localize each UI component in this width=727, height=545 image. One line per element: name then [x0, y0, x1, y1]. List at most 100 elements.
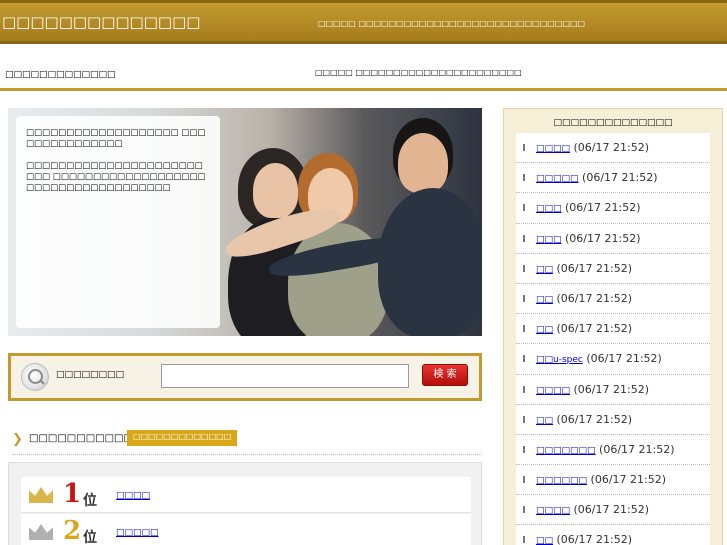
bullet-icon [523, 174, 525, 182]
sidebar-item-link[interactable]: □□ [536, 265, 553, 275]
sidebar-item-date: (06/17 21:52) [556, 412, 632, 426]
bullet-icon [523, 204, 525, 212]
sidebar-item-date: (06/17 21:52) [582, 171, 658, 185]
sidebar-item-link[interactable]: □□ [536, 295, 553, 305]
sidebar-item-link[interactable]: □□□□ [536, 506, 570, 516]
sidebar-item-link[interactable]: □□ [536, 416, 553, 426]
sidebar-item-link[interactable]: □□□□ [536, 144, 570, 154]
sidebar-item-text: □□□□□□□ (06/17 21:52) [536, 443, 675, 456]
sidebar-item-text: □□ (06/17 21:52) [536, 292, 632, 305]
sidebar-item-link[interactable]: □□□□ [536, 386, 570, 396]
sidebar-item-link[interactable]: □□□ [536, 204, 562, 214]
sidebar-item-text: □□ (06/17 21:52) [536, 533, 632, 545]
header-description: □□□□□ □□□□□□□□□□□□□□□□□□□□□□□□□□□□□□ [318, 19, 586, 28]
sidebar-item-date: (06/17 21:52) [573, 503, 649, 517]
sidebar-title: □□□□□□□□□□□□□□ [553, 118, 673, 128]
hero-photo-figure [398, 133, 448, 193]
sidebar-item-link[interactable]: □□□□□ [536, 174, 579, 184]
hero-text-1: □□□□□□□□□□□□□□□□□□□ □□□□□□□□□□□□□□□ [26, 128, 206, 149]
crown-icon [29, 487, 53, 503]
sidebar-item-text: □□u-spec (06/17 21:52) [536, 352, 662, 365]
sidebar-list-item: □□□□□□ (06/17 21:52) [516, 465, 710, 496]
sidebar-list-item: □□□□□ (06/17 21:52) [516, 163, 710, 194]
hero-banner: □□□□□□□□□□□□□□□□□□□ □□□□□□□□□□□□□□□ □□□□… [8, 108, 482, 336]
bullet-icon [523, 476, 525, 484]
sidebar-item-date: (06/17 21:52) [573, 382, 649, 396]
ranking-heading: ❯ □□□□□□□□□□□□□□ □□□□□□□□□□□□□ [12, 429, 482, 455]
sidebar-list-item: □□□□ (06/17 21:52) [516, 495, 710, 526]
bullet-icon [523, 355, 525, 363]
sidebar-list-item: □□□□□□□ (06/17 21:52) [516, 435, 710, 466]
sidebar-item-text: □□ (06/17 21:52) [536, 322, 632, 335]
sidebar-item-link[interactable]: □□ [536, 536, 553, 545]
bullet-icon [523, 415, 525, 423]
sidebar-item-date: (06/17 21:52) [556, 261, 632, 275]
sidebar-item-date: (06/17 21:52) [586, 352, 662, 366]
search-input[interactable] [161, 364, 409, 388]
sidebar-item-text: □□□□□ (06/17 21:52) [536, 171, 658, 184]
bullet-icon [523, 445, 525, 453]
rank-number: 2 [63, 516, 82, 545]
rank-item-link[interactable]: □□□□□ [116, 528, 159, 538]
sidebar-list-item: □□□□ (06/17 21:52) [516, 375, 710, 405]
search-button[interactable]: 検 索 [422, 364, 468, 386]
bullet-icon [523, 325, 525, 333]
rank-number: 1 [63, 479, 82, 509]
sidebar-list-item: □□□ (06/17 21:52) [516, 224, 710, 254]
sidebar: □□□□□□□□□□□□□□ □□□□ (06/17 21:52) □□□□□ (… [503, 108, 723, 545]
sidebar-list: □□□□ (06/17 21:52) □□□□□ (06/17 21:52) □□□… [516, 133, 710, 545]
sidebar-item-link[interactable]: □□□□□□□ [536, 446, 596, 456]
bullet-icon [523, 234, 525, 242]
hero-photo-figure [378, 188, 482, 336]
hero-photo-figure [253, 163, 298, 218]
bullet-icon [523, 264, 525, 272]
ranking-row: 1 位 □□□□ [21, 477, 471, 513]
sub-header: □□□□□□□□□□□□□ □□□□□ □□□□□□□□□□□□□□□□□□□□… [0, 44, 727, 91]
sidebar-item-text: □□□□□□ (06/17 21:52) [536, 473, 666, 486]
crown-icon [29, 524, 53, 540]
sidebar-item-date: (06/17 21:52) [556, 322, 632, 336]
hero-text-box: □□□□□□□□□□□□□□□□□□□ □□□□□□□□□□□□□□□ □□□□… [16, 116, 220, 328]
chevron-right-icon: ❯ [12, 432, 23, 447]
sidebar-item-text: □□ (06/17 21:52) [536, 413, 632, 426]
sidebar-item-text: □□□□ (06/17 21:52) [536, 141, 649, 154]
hero-text-2: □□□□□□□□□□□□□□□□□□□□□□□□□ □□□□□□□□□□□□□□… [26, 161, 206, 193]
sidebar-item-date: (06/17 21:52) [599, 442, 675, 456]
ranking-list: 1 位 □□□□ 2 位 □□□□□ [8, 462, 482, 545]
search-panel: □□□□□□□□ 検 索 [8, 353, 482, 401]
sidebar-item-date: (06/17 21:52) [565, 231, 641, 245]
sidebar-list-item: □□ (06/17 21:52) [516, 405, 710, 435]
sidebar-list-item: □□ (06/17 21:52) [516, 284, 710, 315]
sidebar-item-date: (06/17 21:52) [590, 473, 667, 487]
ranking-badge: □□□□□□□□□□□□□ [127, 430, 238, 446]
sidebar-list-item: □□u-spec (06/17 21:52) [516, 344, 710, 375]
sidebar-item-link[interactable]: □□□□□□ [536, 476, 587, 486]
search-label: □□□□□□□□ [56, 370, 125, 380]
rank-unit: 位 [83, 493, 97, 509]
bullet-icon [523, 144, 525, 151]
sidebar-item-text: □□□□ (06/17 21:52) [536, 503, 649, 516]
sidebar-list-item: □□ (06/17 21:52) [516, 254, 710, 284]
sidebar-list-item: □□□□ (06/17 21:52) [516, 133, 710, 164]
sidebar-item-text: □□ (06/17 21:52) [536, 262, 632, 275]
page: □□□□□□□□□□□□□□ □□□□□ □□□□□□□□□□□□□□□□□□□… [0, 0, 727, 545]
sub-header-right-text: □□□□□ □□□□□□□□□□□□□□□□□□□□□□ [315, 68, 522, 77]
site-header: □□□□□□□□□□□□□□ □□□□□ □□□□□□□□□□□□□□□□□□□… [0, 0, 727, 44]
bullet-icon [523, 506, 525, 514]
sidebar-item-date: (06/17 21:52) [573, 141, 649, 154]
bullet-icon [523, 536, 525, 544]
sub-header-left-text: □□□□□□□□□□□□□ [5, 70, 116, 80]
ranking-row: 2 位 □□□□□ [21, 514, 471, 545]
sidebar-item-text: □□□□ (06/17 21:52) [536, 383, 649, 396]
sidebar-item-date: (06/17 21:52) [565, 201, 641, 215]
sidebar-item-link[interactable]: □□u-spec [536, 355, 583, 365]
rank-item-link[interactable]: □□□□ [116, 491, 150, 501]
sidebar-item-link[interactable]: □□□ [536, 235, 562, 245]
sidebar-list-item: □□ (06/17 21:52) [516, 314, 710, 345]
rank-unit: 位 [83, 530, 97, 545]
site-title[interactable]: □□□□□□□□□□□□□□ [2, 13, 200, 31]
sidebar-item-text: □□□ (06/17 21:52) [536, 201, 641, 214]
bullet-icon [523, 385, 525, 393]
sidebar-item-link[interactable]: □□ [536, 325, 553, 335]
sidebar-item-text: □□□ (06/17 21:52) [536, 232, 641, 245]
